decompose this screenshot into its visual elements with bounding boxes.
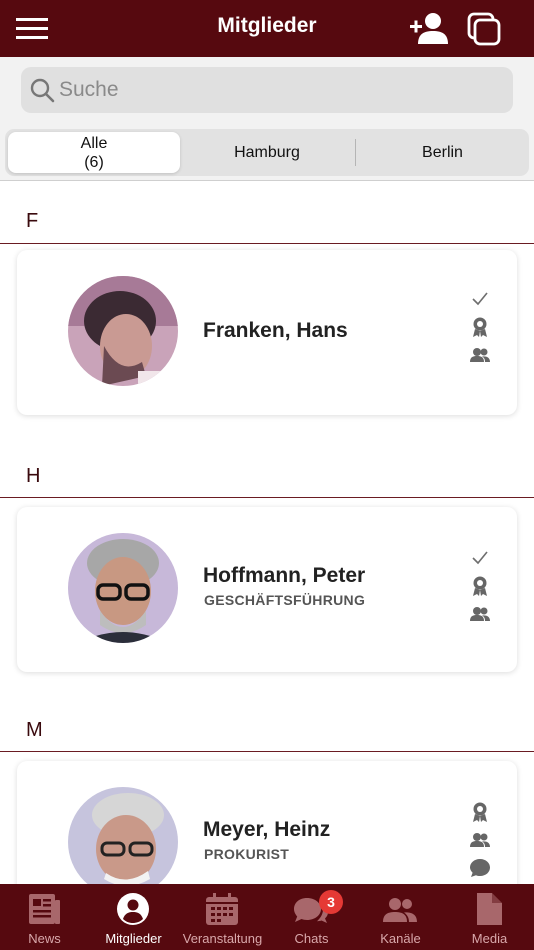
- nav-label: Mitglieder: [105, 931, 162, 946]
- nav-label: Media: [471, 931, 508, 946]
- segment-berlin[interactable]: Berlin: [356, 129, 529, 176]
- avatar: [68, 276, 178, 386]
- bottom-navigation: News Mitglieder Veranstaltung 3 Chats Ka…: [0, 884, 534, 950]
- award-icon: [473, 576, 487, 596]
- channels-icon: [383, 898, 417, 922]
- segment-hamburg[interactable]: Hamburg: [180, 129, 354, 176]
- segmented-control: Alle (6) Hamburg Berlin: [5, 129, 529, 176]
- check-icon: [472, 551, 488, 565]
- chat-icon: [470, 859, 490, 877]
- nav-label: Chats: [294, 931, 329, 946]
- news-icon: [29, 894, 60, 924]
- section-header-letter: H: [26, 465, 41, 487]
- nav-item-media[interactable]: Media: [445, 884, 534, 950]
- nav-item-news[interactable]: News: [0, 884, 89, 950]
- member-name: Franken, Hans: [203, 319, 348, 342]
- copy-icon[interactable]: [466, 11, 502, 47]
- section-divider: [0, 497, 534, 498]
- unread-badge: 3: [319, 890, 343, 914]
- search-bar-container: [0, 57, 534, 123]
- add-user-icon[interactable]: [408, 10, 448, 46]
- nav-item-chats[interactable]: 3 Chats: [267, 884, 356, 950]
- group-icon: [470, 607, 490, 621]
- segment-alle[interactable]: Alle (6): [8, 132, 180, 173]
- avatar: [68, 533, 178, 643]
- member-card[interactable]: Franken, Hans: [17, 250, 517, 415]
- segment-label: Alle: [80, 134, 108, 152]
- segment-label: Hamburg: [234, 144, 300, 161]
- location-filter: Alle (6) Hamburg Berlin: [0, 123, 534, 181]
- nav-label: News: [28, 931, 61, 946]
- member-name: Hoffmann, Peter: [203, 564, 366, 587]
- group-icon: [470, 833, 490, 847]
- member-role: PROKURIST: [204, 846, 290, 862]
- section-header-letter: M: [26, 719, 43, 741]
- member-card[interactable]: Hoffmann, Peter GESCHÄFTSFÜHRUNG: [17, 507, 517, 672]
- search-box[interactable]: [21, 67, 513, 113]
- page-title: Mitglieder: [217, 14, 317, 37]
- award-icon: [473, 317, 487, 337]
- media-icon: [477, 893, 502, 925]
- award-icon: [473, 802, 487, 822]
- nav-label: Veranstaltung: [182, 931, 263, 946]
- section-header-letter: F: [26, 210, 39, 232]
- nav-label: Kanäle: [380, 931, 421, 946]
- calendar-icon: [206, 893, 238, 925]
- avatar: [68, 787, 178, 897]
- check-icon: [472, 292, 488, 306]
- nav-item-veranstaltung[interactable]: Veranstaltung: [178, 884, 267, 950]
- nav-item-kanaele[interactable]: Kanäle: [356, 884, 445, 950]
- search-icon: [30, 78, 55, 103]
- section-divider: [0, 751, 534, 752]
- search-input[interactable]: [59, 74, 499, 106]
- member-role: GESCHÄFTSFÜHRUNG: [204, 592, 366, 608]
- nav-item-mitglieder[interactable]: Mitglieder: [89, 884, 178, 950]
- app-header: Mitglieder: [0, 0, 534, 57]
- group-icon: [470, 348, 490, 362]
- section-divider: [0, 243, 534, 244]
- segment-label: Berlin: [422, 144, 463, 161]
- segment-count: (6): [84, 153, 104, 171]
- member-name: Meyer, Heinz: [203, 818, 331, 841]
- account-icon: [117, 893, 149, 925]
